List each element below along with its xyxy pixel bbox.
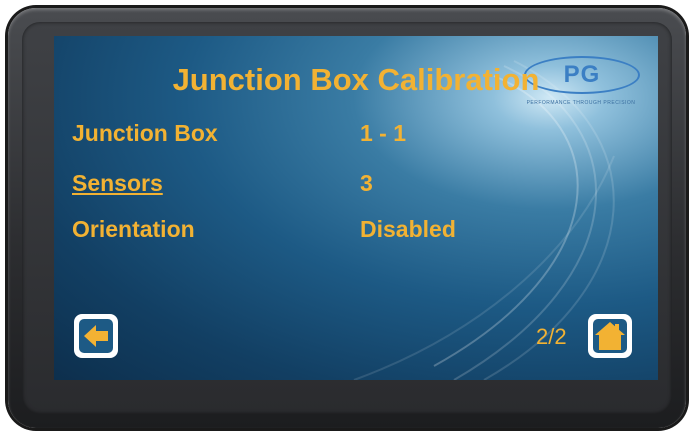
logo-tagline: PERFORMANCE THROUGH PRECISION	[526, 100, 636, 106]
orientation-label: Orientation	[72, 216, 195, 242]
screen: PG PERFORMANCE THROUGH PRECISION Junctio…	[54, 36, 658, 380]
back-button-inner	[79, 319, 113, 353]
junction-box-value: 1 - 1	[360, 120, 407, 146]
page-title: Junction Box Calibration	[172, 62, 540, 97]
page-indicator: 2/2	[536, 324, 567, 349]
home-button-inner	[593, 319, 627, 353]
sensors-value: 3	[360, 170, 373, 196]
home-button[interactable]	[588, 314, 632, 358]
sensors-link[interactable]: Sensors	[72, 170, 163, 197]
tablet-device: PG PERFORMANCE THROUGH PRECISION Junctio…	[8, 8, 686, 428]
orientation-value: Disabled	[360, 216, 456, 242]
back-button[interactable]	[74, 314, 118, 358]
arrow-left-icon	[84, 325, 108, 347]
home-icon	[595, 322, 625, 350]
junction-box-label: Junction Box	[72, 120, 218, 146]
